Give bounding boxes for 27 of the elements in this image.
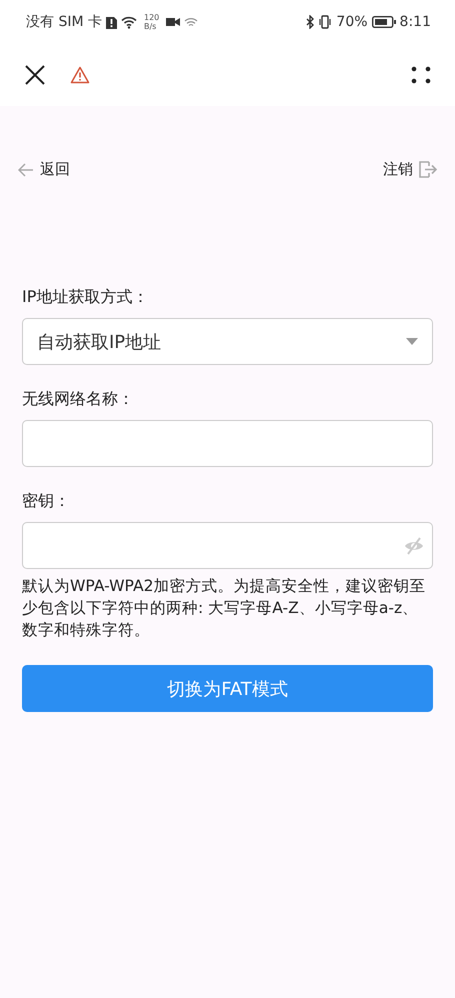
battery-percent: 70% bbox=[336, 14, 368, 30]
password-hint: 默认为WPA-WPA2加密方式。为提高安全性，建议密钥至少包含以下字符中的两种: 大写字母A-Z、小写字母a-z、数字和特殊字符。 bbox=[22, 576, 427, 641]
field-label: 密钥： bbox=[22, 491, 71, 512]
field-label: IP地址获取方式： bbox=[22, 287, 150, 308]
logout-icon bbox=[419, 161, 437, 178]
back-link[interactable]: 返回 bbox=[18, 160, 70, 179]
close-icon[interactable] bbox=[24, 64, 46, 86]
speed-unit-text: B/s bbox=[144, 22, 158, 31]
warning-icon[interactable] bbox=[70, 66, 90, 84]
wifi-icon bbox=[121, 16, 137, 28]
clock: 8:11 bbox=[400, 14, 431, 30]
password-input-field[interactable] bbox=[22, 522, 433, 569]
camera-icon bbox=[166, 17, 180, 27]
sim-alert-icon bbox=[106, 16, 117, 28]
battery-icon bbox=[372, 16, 396, 28]
dropdown-caret-icon bbox=[406, 338, 418, 345]
back-arrow-icon bbox=[18, 162, 34, 176]
carrier-text: 没有 SIM 卡 bbox=[26, 13, 102, 31]
ssid-input-field[interactable] bbox=[22, 420, 433, 467]
logout-link[interactable]: 注销 bbox=[383, 160, 437, 179]
vibrate-icon bbox=[318, 15, 332, 29]
ip-mode-dropdown[interactable]: 自动获取IP地址 bbox=[22, 318, 433, 365]
speed-text: 120 bbox=[144, 13, 160, 22]
wifi-icon bbox=[184, 16, 198, 28]
more-icon[interactable] bbox=[411, 66, 431, 84]
field-label: 无线网络名称： bbox=[22, 389, 135, 410]
bluetooth-icon bbox=[306, 15, 314, 29]
